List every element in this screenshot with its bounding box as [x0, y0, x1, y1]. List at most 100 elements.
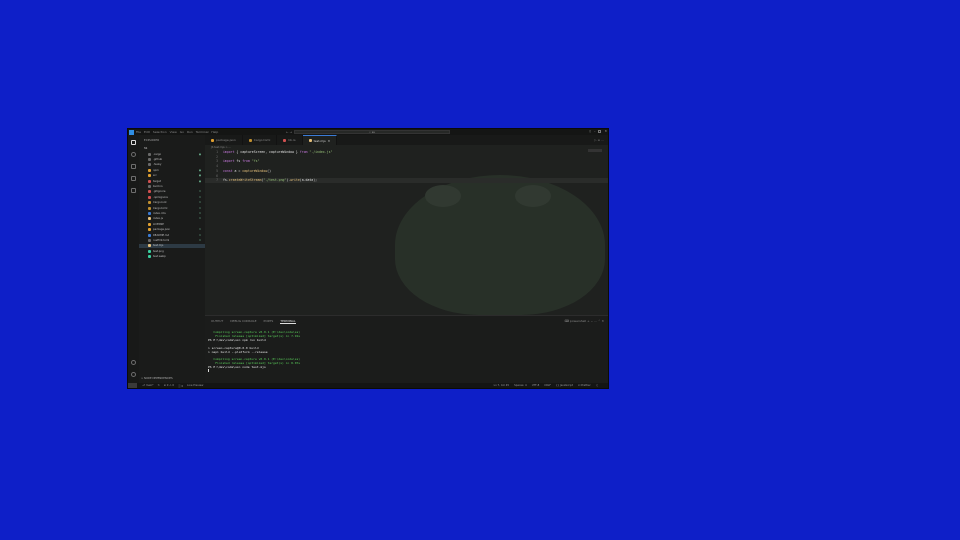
account-icon[interactable] [131, 360, 136, 365]
file-tree-item[interactable]: test.png [148, 249, 204, 253]
gear-icon[interactable] [131, 372, 136, 377]
search-icon[interactable] [131, 152, 136, 157]
tab-label: Cargo.toml [253, 138, 271, 142]
file-tree-item[interactable]: Cargo.toml U [148, 206, 204, 210]
minimize-button[interactable]: – [594, 129, 596, 133]
git-status-badge: U [199, 190, 201, 194]
status-item[interactable]: CRLF [544, 384, 551, 387]
git-status-badge: U [199, 233, 201, 237]
menu-item-terminal[interactable]: Terminal [196, 130, 209, 134]
tab-package-json[interactable]: package.json [205, 135, 243, 145]
status-item[interactable]: ↻ [158, 384, 160, 388]
terminal-line: > napi build --platform --release [208, 349, 268, 354]
tab-lib-rs[interactable]: lib.rs [277, 135, 303, 145]
tab-label: lib.rs [288, 138, 296, 142]
file-tree-item[interactable]: npm ● [148, 168, 204, 172]
file-name: .gitignore [153, 190, 166, 194]
code-token: createWriteStream [228, 178, 262, 183]
file-tree-item[interactable]: .cargo ● [148, 152, 204, 156]
explorer-icon[interactable] [131, 140, 136, 145]
panel-tab-output[interactable]: OUTPUT [211, 319, 223, 324]
status-item[interactable]: {} JavaScript [556, 384, 573, 387]
menu-item-go[interactable]: Go [180, 130, 184, 134]
git-status-badge: U [199, 228, 201, 232]
line-text: const a = captureWindow() [223, 169, 271, 173]
file-name: LICENSE [153, 222, 164, 226]
remote-indicator[interactable] [128, 383, 137, 388]
file-type-icon [211, 138, 214, 142]
status-right: Ln 7, Col 45 Spaces: 4 UTF-8 CRLF {} JavaScr… [494, 384, 598, 387]
close-button[interactable]: ✕ [604, 129, 607, 133]
file-tree-item[interactable]: test.webp [148, 255, 204, 259]
status-item[interactable]: Ln 7, Col 45 [494, 384, 509, 387]
status-item[interactable]: UTF-8 [532, 384, 540, 387]
file-type-icon [283, 138, 287, 142]
menu-item-help[interactable]: Help [211, 130, 218, 134]
git-status-badge: U [199, 217, 201, 221]
node-dependencies-section[interactable]: > NODE DEPENDENCIES [141, 377, 173, 380]
status-item[interactable]: ⓘ 0 [178, 384, 183, 388]
layout-icon[interactable]: ▯ [589, 129, 591, 133]
file-tree-item[interactable]: README.md U [148, 233, 204, 237]
line-number: 5 [216, 168, 218, 173]
status-item[interactable]: Spaces: 4 [514, 384, 527, 387]
git-status-badge: U [199, 201, 201, 205]
line-text: import fs from "fs" [223, 159, 260, 163]
menu-item-run[interactable]: Run [187, 130, 193, 134]
nav-arrows[interactable]: ← → [286, 130, 292, 134]
panel-tab-debug-console[interactable]: DEBUG CONSOLE [230, 319, 256, 324]
breadcrumb[interactable]: JS test.mjs > ... [211, 146, 231, 149]
file-tree-item[interactable]: package.json U [148, 228, 204, 232]
file-tree-item[interactable]: rustfmt.toml U [148, 238, 204, 242]
file-tree-item[interactable]: target ● [148, 179, 204, 183]
status-item[interactable]: ☑ Prettier [578, 384, 591, 387]
extensions-icon[interactable] [131, 188, 136, 193]
maximize-button[interactable] [598, 130, 602, 133]
menu-item-file[interactable]: File [136, 130, 141, 134]
file-type-icon [148, 168, 151, 172]
menu-item-selection[interactable]: Selection [153, 130, 167, 134]
status-item[interactable]: ⎇ main* [142, 384, 154, 388]
code-line: 7 fs.createWriteStream("./test.png").writ… [205, 178, 608, 183]
file-name: rustfmt.toml [153, 238, 170, 242]
menu-item-edit[interactable]: Edit [144, 130, 150, 134]
source-control-icon[interactable] [131, 164, 136, 169]
code-editor[interactable]: JS test.mjs > ... 1 import { captureScree… [205, 145, 608, 315]
line-text: fs.createWriteStream("./test.png").write… [223, 178, 317, 182]
code-token: a = [232, 168, 243, 173]
file-type-icon [148, 190, 151, 194]
file-tree-item[interactable]: src ● [148, 174, 204, 178]
run-debug-icon[interactable] [131, 176, 136, 181]
menu-item-view[interactable]: View [170, 130, 177, 134]
file-tree-item[interactable]: build.rs [148, 184, 204, 188]
file-tree-item[interactable]: index.d.ts U [148, 211, 204, 215]
panel-actions[interactable]: ⌨ powershell + ⌄ ⋯ ⌃ ✕ [565, 319, 604, 323]
tab-test-mjs[interactable]: test.mjs ✕ [302, 135, 338, 146]
workspace-root[interactable]: SS [144, 147, 147, 150]
file-tree-item[interactable]: .gitignore U [148, 190, 204, 194]
panel-tab-terminal[interactable]: TERMINAL [280, 319, 296, 324]
file-name: README.md [153, 233, 170, 237]
line-number: 3 [216, 159, 218, 164]
editor-actions[interactable]: ▷ ≡ ⋯ [594, 138, 604, 142]
command-center-search[interactable]: ⌕ ss [294, 130, 450, 134]
tab-cargo-toml[interactable]: Cargo.toml [243, 135, 278, 145]
terminal-line: PS E:\dev\code\ss> node test.mjs [208, 365, 266, 370]
close-icon[interactable]: ✕ [328, 136, 331, 146]
file-tree-item[interactable]: LICENSE [148, 222, 204, 226]
file-tree-item[interactable]: .husky [148, 163, 204, 167]
code-token: import [223, 150, 235, 154]
status-item[interactable]: ♫ [596, 384, 598, 387]
status-item[interactable]: Live Preview [187, 384, 203, 388]
file-tree-item[interactable]: index.js U [148, 217, 204, 221]
file-tree-item[interactable]: test.mjsU [139, 243, 213, 248]
file-tree-item[interactable]: .npmignore U [148, 195, 204, 199]
file-tree-item[interactable]: Cargo.lock U [148, 201, 204, 205]
menu-bar: File Edit Selection View Go Run Terminal Help [136, 130, 221, 134]
file-type-icon [148, 233, 151, 237]
file-tree-item[interactable]: .github [148, 157, 204, 161]
status-item[interactable]: ⊗ 0 ⚠ 0 [164, 384, 174, 388]
panel-tab-ports[interactable]: PORTS [264, 319, 274, 324]
file-type-icon [148, 179, 151, 183]
panel-tabs: OUTPUT DEBUG CONSOLE PORTS TERMINAL [211, 319, 296, 324]
